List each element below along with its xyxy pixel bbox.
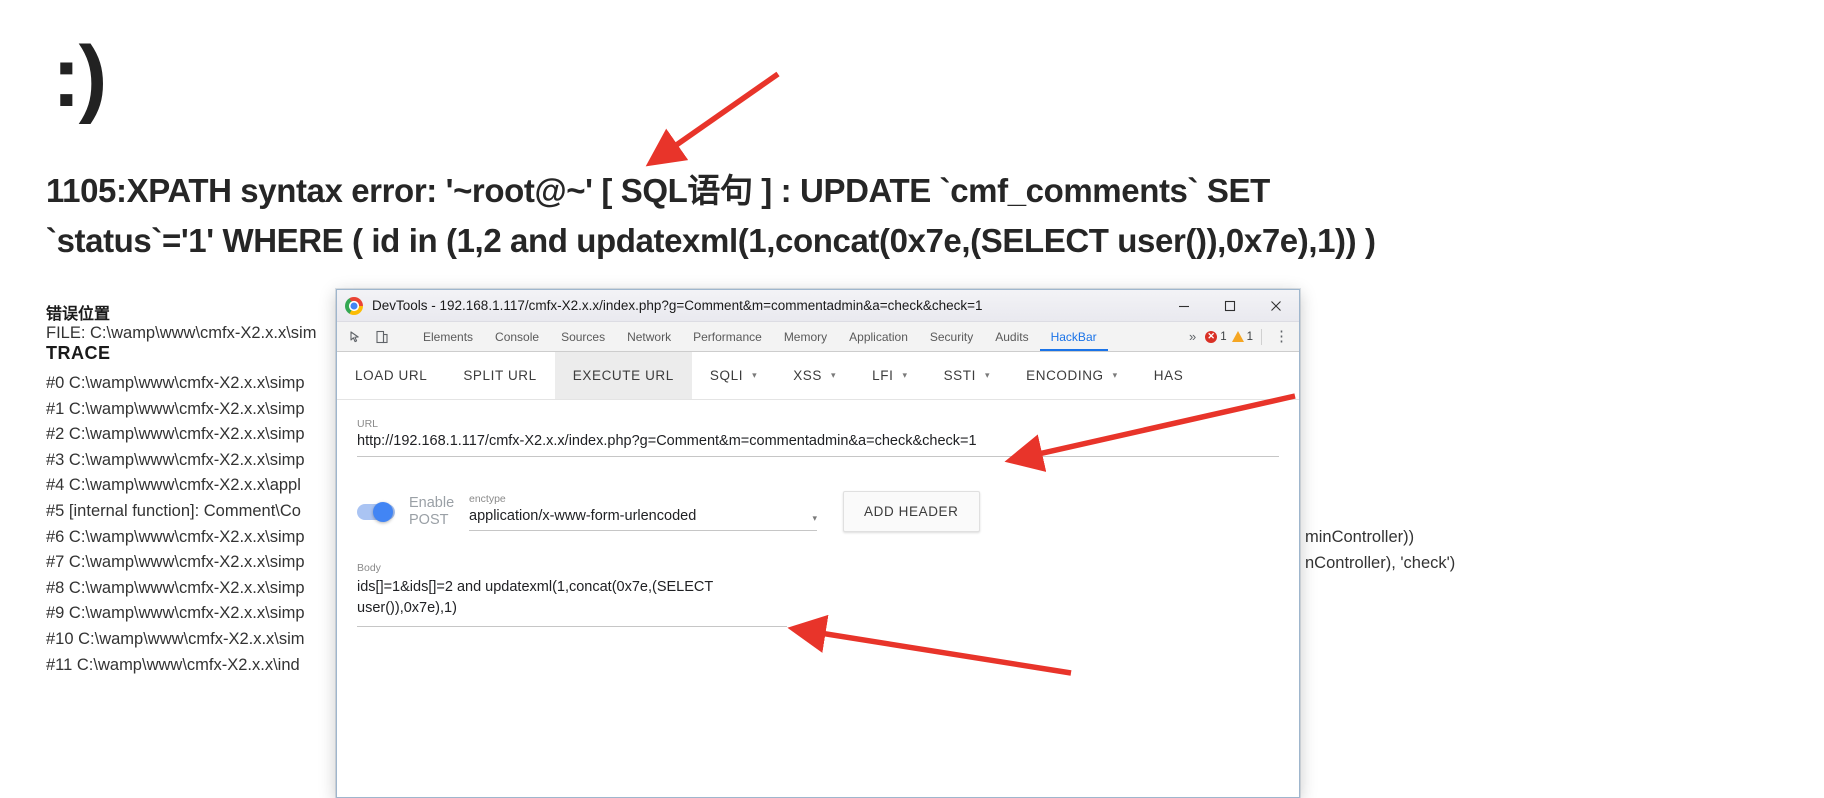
enctype-value: application/x-www-form-urlencoded [469, 507, 697, 524]
hackbar-button-label: SQLI [709, 368, 744, 383]
devtools-tab-elements[interactable]: Elements [412, 322, 484, 351]
warning-badge[interactable]: 1 [1231, 330, 1253, 343]
error-location-line: FILE: C:\wamp\www\cmfx-X2.x.x\sim [46, 324, 317, 342]
error-circle-icon: ✕ [1205, 330, 1218, 343]
error-location-heading: 错误位置 [46, 306, 111, 323]
close-icon[interactable] [1253, 290, 1299, 322]
hackbar-toolbar: LOAD URL SPLIT URL EXECUTE URL SQLI ▾ XSS ▾ LFI… [337, 352, 1299, 400]
devtools-tab-application[interactable]: Application [838, 322, 919, 351]
trace-line: #11 C:\wamp\www\cmfx-X2.x.x\ind [46, 655, 300, 674]
devtools-tabbar: Elements Console Sources Network Performance… [337, 322, 1299, 352]
hackbar-button-label: EXECUTE URL [572, 368, 674, 383]
body-field[interactable]: Body ids[]=1&ids[]=2 and updatexml(1,con… [357, 562, 787, 628]
hackbar-button-execute-url[interactable]: EXECUTE URL [554, 352, 692, 399]
hackbar-button-ssti[interactable]: SSTI ▾ [926, 352, 1009, 399]
trace-line: #0 C:\wamp\www\cmfx-X2.x.x\simp [46, 374, 305, 392]
chevron-down-icon: ▾ [984, 370, 991, 380]
error-badge[interactable]: ✕ 1 [1205, 330, 1227, 343]
trace-line: #9 C:\wamp\www\cmfx-X2.x.x\simp [46, 604, 305, 623]
chevron-down-icon: ▾ [902, 370, 908, 380]
devtools-tab-audits[interactable]: Audits [984, 322, 1039, 351]
error-count: 1 [1220, 330, 1227, 343]
trace-line: #3 C:\wamp\www\cmfx-X2.x.x\simp [46, 450, 305, 469]
url-field[interactable]: URL http://192.168.1.117/cmfx-X2.x.x/ind… [357, 418, 1279, 457]
hackbar-panel: LOAD URL SPLIT URL EXECUTE URL SQLI ▾ XSS ▾ LFI… [337, 352, 1299, 797]
trace-line: #4 C:\wamp\www\cmfx-X2.x.x\appl [46, 476, 301, 495]
devtools-tab-hackbar[interactable]: HackBar [1039, 322, 1108, 351]
tabbar-divider [1261, 328, 1262, 345]
devtools-toolbar-icons [337, 322, 412, 351]
devtools-window: DevTools - 192.168.1.117/cmfx-X2.x.x/ind… [336, 289, 1300, 798]
trace-line: #2 C:\wamp\www\cmfx-X2.x.x\simp [46, 425, 305, 444]
trace-line-fragment: nController), 'check') [1305, 554, 1456, 572]
chevron-double-right-icon[interactable]: » [1185, 329, 1200, 344]
screenshot-root: :) 1105:XPATH syntax error: '~root@~' [ … [0, 0, 1824, 798]
add-header-button[interactable]: ADD HEADER [843, 491, 980, 532]
kebab-menu-icon[interactable]: ⋮ [1270, 329, 1293, 344]
hackbar-button-label: SPLIT URL [463, 368, 537, 383]
devtools-tab-security[interactable]: Security [919, 322, 984, 351]
hackbar-button-split-url[interactable]: SPLIT URL [445, 352, 554, 399]
hackbar-button-label: LOAD URL [355, 368, 428, 383]
trace-line: #8 C:\wamp\www\cmfx-X2.x.x\simp [46, 578, 305, 597]
hackbar-form: URL http://192.168.1.117/cmfx-X2.x.x/ind… [337, 400, 1299, 628]
error-title: 1105:XPATH syntax error: '~root@~' [ SQL… [46, 172, 1376, 260]
trace-line: #5 [internal function]: Comment\Co [46, 502, 301, 520]
enctype-label: enctype [469, 492, 506, 505]
enable-post-label: Enable POST [409, 494, 455, 528]
devtools-tabbar-right: » ✕ 1 1 ⋮ [1185, 322, 1299, 351]
hackbar-button-encoding[interactable]: ENCODING ▾ [1008, 352, 1136, 399]
hackbar-button-sqli[interactable]: SQLI ▾ [692, 352, 775, 399]
enctype-select[interactable]: application/x-www-form-urlencoded ▾ [469, 508, 817, 531]
post-row: Enable POST enctype application/x-www-fo… [357, 491, 1279, 532]
hackbar-button-load-url[interactable]: LOAD URL [337, 352, 445, 399]
chevron-down-icon: ▾ [812, 512, 817, 523]
device-toolbar-icon[interactable] [371, 326, 393, 348]
inspect-element-icon[interactable] [345, 326, 367, 348]
trace-line-fragment: minController)) [1305, 528, 1415, 546]
enable-post-toggle[interactable] [357, 501, 395, 522]
devtools-tab-sources[interactable]: Sources [550, 322, 616, 351]
url-label: URL [357, 418, 379, 430]
devtools-tab-network[interactable]: Network [616, 322, 682, 351]
hackbar-button-label: LFI [872, 368, 894, 383]
trace-heading: TRACE [46, 343, 111, 363]
warning-triangle-icon [1231, 331, 1244, 342]
body-input[interactable]: ids[]=1&ids[]=2 and updatexml(1,concat(0… [357, 577, 787, 628]
trace-line: #7 C:\wamp\www\cmfx-X2.x.x\simp [46, 553, 305, 572]
hackbar-button-lfi[interactable]: LFI ▾ [854, 352, 925, 399]
chevron-down-icon: ▾ [752, 370, 758, 380]
trace-line: #10 C:\wamp\www\cmfx-X2.x.x\sim [46, 630, 305, 648]
hackbar-button-label: HAS [1153, 368, 1184, 383]
trace-line: #1 C:\wamp\www\cmfx-X2.x.x\simp [46, 399, 305, 418]
body-label: Body [357, 562, 381, 574]
devtools-tab-console[interactable]: Console [484, 322, 550, 351]
trace-line: #6 C:\wamp\www\cmfx-X2.x.x\simp [46, 527, 305, 546]
hackbar-button-label: SSTI [943, 368, 976, 383]
devtools-tab-performance[interactable]: Performance [682, 322, 773, 351]
warning-count: 1 [1246, 330, 1253, 343]
url-input[interactable]: http://192.168.1.117/cmfx-X2.x.x/index.p… [357, 433, 1279, 457]
chrome-logo-icon [345, 296, 363, 315]
enctype-field[interactable]: enctype application/x-www-form-urlencode… [469, 493, 817, 531]
chevron-down-icon: ▾ [1112, 370, 1118, 380]
hackbar-button-label: XSS [793, 368, 823, 383]
devtools-tab-memory[interactable]: Memory [773, 322, 838, 351]
devtools-titlebar: DevTools - 192.168.1.117/cmfx-X2.x.x/ind… [337, 290, 1299, 322]
maximize-icon[interactable] [1207, 290, 1253, 322]
minimize-icon[interactable] [1161, 290, 1207, 322]
chevron-down-icon: ▾ [831, 370, 837, 380]
hackbar-button-has[interactable]: HAS [1136, 352, 1202, 399]
devtools-tab-list: Elements Console Sources Network Performance… [412, 322, 1185, 351]
window-controls [1161, 290, 1299, 322]
smiley-face: :) [52, 29, 107, 125]
hackbar-button-label: ENCODING [1026, 368, 1104, 383]
hackbar-button-xss[interactable]: XSS ▾ [775, 352, 854, 399]
devtools-window-title: DevTools - 192.168.1.117/cmfx-X2.x.x/ind… [372, 298, 983, 313]
